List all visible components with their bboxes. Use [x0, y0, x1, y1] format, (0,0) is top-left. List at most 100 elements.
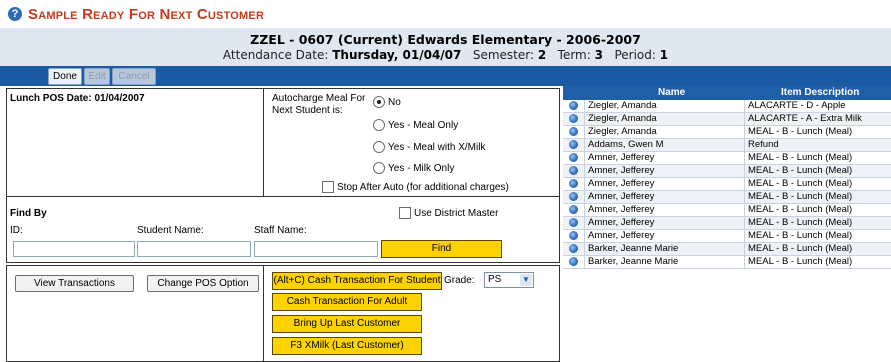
table-row[interactable]: Amner, Jefferey MEAL - B - Lunch (Meal)	[563, 165, 891, 178]
find-by-panel: Find By Use District Master ID: Student …	[6, 196, 560, 263]
title-bar: ? Sample Ready For Next Customer	[0, 0, 891, 28]
cell-name: Ziegler, Amanda	[584, 100, 748, 112]
cell-name: Ziegler, Amanda	[584, 126, 748, 138]
student-name-label: Student Name:	[137, 225, 204, 236]
toolbar: Done Edit Cancel	[0, 66, 891, 86]
autocharge-radio-meal-xmilk[interactable]	[373, 141, 385, 153]
change-pos-option-button[interactable]: Change POS Option	[147, 275, 259, 292]
select-row-icon[interactable]	[569, 257, 578, 266]
column-header-item-description[interactable]: Item Description	[781, 87, 859, 98]
grid-header: Name Item Description	[563, 86, 891, 100]
id-input[interactable]	[13, 241, 135, 257]
done-button[interactable]: Done	[48, 68, 82, 85]
view-transactions-button[interactable]: View Transactions	[15, 275, 134, 292]
find-by-title: Find By	[10, 208, 47, 219]
autocharge-label-2: Next Student is:	[272, 105, 343, 116]
f3-xmilk-button[interactable]: F3 XMilk (Last Customer)	[272, 337, 422, 355]
cancel-button[interactable]: Cancel	[112, 68, 156, 85]
select-row-icon[interactable]	[569, 153, 578, 162]
cell-item-description: MEAL - B - Lunch (Meal)	[744, 204, 891, 216]
table-row[interactable]: Amner, Jefferey MEAL - B - Lunch (Meal)	[563, 178, 891, 191]
stop-after-auto-checkbox[interactable]	[322, 181, 334, 193]
cell-name: Amner, Jefferey	[584, 230, 748, 242]
table-row[interactable]: Amner, Jefferey MEAL - B - Lunch (Meal)	[563, 152, 891, 165]
semester-value: 2	[537, 48, 547, 62]
table-row[interactable]: Amner, Jefferey MEAL - B - Lunch (Meal)	[563, 204, 891, 217]
cell-item-description: Refund	[744, 139, 891, 151]
table-row[interactable]: Amner, Jefferey MEAL - B - Lunch (Meal)	[563, 191, 891, 204]
cell-item-description: MEAL - B - Lunch (Meal)	[744, 152, 891, 164]
cell-name: Amner, Jefferey	[584, 165, 748, 177]
table-row[interactable]: Ziegler, Amanda ALACARTE - D - Apple	[563, 100, 891, 113]
attendance-line: Attendance Date: Thursday, 01/04/07 Seme…	[0, 48, 891, 62]
cell-name: Addams, Gwen M	[584, 139, 748, 151]
period-label: Period:	[614, 48, 656, 62]
table-row[interactable]: Amner, Jefferey MEAL - B - Lunch (Meal)	[563, 217, 891, 230]
table-row[interactable]: Ziegler, Amanda ALACARTE - A - Extra Milk	[563, 113, 891, 126]
select-row-icon[interactable]	[569, 127, 578, 136]
autocharge-option-meal-only: Yes - Meal Only	[388, 120, 459, 131]
select-row-icon[interactable]	[569, 179, 578, 188]
grade-value: PS	[488, 274, 502, 285]
autocharge-label-1: Autocharge Meal For	[272, 93, 366, 104]
find-button[interactable]: Find	[381, 240, 502, 258]
cash-adult-button[interactable]: Cash Transaction For Adult	[272, 293, 422, 311]
cell-item-description: MEAL - B - Lunch (Meal)	[744, 217, 891, 229]
cash-student-button[interactable]: (Alt+C) Cash Transaction For Student	[272, 272, 442, 290]
autocharge-radio-milk-only[interactable]	[373, 162, 385, 174]
select-row-icon[interactable]	[569, 192, 578, 201]
cell-item-description: MEAL - B - Lunch (Meal)	[744, 243, 891, 255]
select-row-icon[interactable]	[569, 218, 578, 227]
cell-name: Amner, Jefferey	[584, 191, 748, 203]
autocharge-radio-meal-only[interactable]	[373, 119, 385, 131]
header-band: ZZEL - 0607 (Current) Edwards Elementary…	[0, 28, 891, 66]
cell-item-description: MEAL - B - Lunch (Meal)	[744, 256, 891, 268]
period-value: 1	[659, 48, 669, 62]
select-row-icon[interactable]	[569, 244, 578, 253]
cell-item-description: MEAL - B - Lunch (Meal)	[744, 165, 891, 177]
autocharge-option-milk-only: Yes - Milk Only	[388, 163, 455, 174]
autocharge-option-no: No	[388, 97, 401, 108]
page-title: Sample Ready For Next Customer	[28, 6, 265, 23]
select-row-icon[interactable]	[569, 166, 578, 175]
term-label: Term:	[557, 48, 591, 62]
edit-button[interactable]: Edit	[84, 68, 110, 85]
cell-name: Amner, Jefferey	[584, 217, 748, 229]
use-district-master-checkbox[interactable]	[399, 207, 411, 219]
table-row[interactable]: Amner, Jefferey MEAL - B - Lunch (Meal)	[563, 230, 891, 243]
attendance-date-value: Thursday, 01/04/07	[332, 48, 462, 62]
term-value: 3	[594, 48, 603, 62]
select-row-icon[interactable]	[569, 231, 578, 240]
cell-item-description: MEAL - B - Lunch (Meal)	[744, 191, 891, 203]
id-label: ID:	[10, 225, 23, 236]
pos-date-panel: Lunch POS Date: 01/04/2007	[6, 88, 265, 198]
chevron-down-icon[interactable]: ▼	[520, 274, 532, 286]
use-district-master-label: Use District Master	[414, 208, 499, 219]
autocharge-radio-no[interactable]	[373, 96, 385, 108]
select-row-icon[interactable]	[569, 101, 578, 110]
cell-item-description: MEAL - B - Lunch (Meal)	[744, 178, 891, 190]
help-icon[interactable]: ?	[8, 7, 22, 21]
table-row[interactable]: Barker, Jeanne Marie MEAL - B - Lunch (Me…	[563, 243, 891, 256]
school-line: ZZEL - 0607 (Current) Edwards Elementary…	[250, 32, 641, 47]
select-row-icon[interactable]	[569, 205, 578, 214]
grade-select[interactable]: PS ▼	[484, 272, 534, 288]
cell-item-description: ALACARTE - A - Extra Milk	[744, 113, 891, 125]
cell-name: Amner, Jefferey	[584, 204, 748, 216]
pos-date-label: Lunch POS Date: 01/04/2007	[10, 93, 145, 104]
cell-item-description: MEAL - B - Lunch (Meal)	[744, 230, 891, 242]
bring-up-last-customer-button[interactable]: Bring Up Last Customer	[272, 315, 422, 333]
student-name-input[interactable]	[137, 241, 251, 257]
cell-item-description: ALACARTE - D - Apple	[744, 100, 891, 112]
select-row-icon[interactable]	[569, 114, 578, 123]
autocharge-panel: Autocharge Meal For Next Student is: No …	[263, 88, 560, 198]
table-row[interactable]: Barker, Jeanne Marie MEAL - B - Lunch (Me…	[563, 256, 891, 269]
table-row[interactable]: Ziegler, Amanda MEAL - B - Lunch (Meal)	[563, 126, 891, 139]
column-header-name[interactable]: Name	[658, 87, 685, 98]
cell-name: Barker, Jeanne Marie	[584, 256, 748, 268]
staff-name-input[interactable]	[254, 241, 378, 257]
grade-label: Grade:	[444, 275, 475, 286]
select-row-icon[interactable]	[569, 140, 578, 149]
table-row[interactable]: Addams, Gwen M Refund	[563, 139, 891, 152]
cell-name: Amner, Jefferey	[584, 178, 748, 190]
